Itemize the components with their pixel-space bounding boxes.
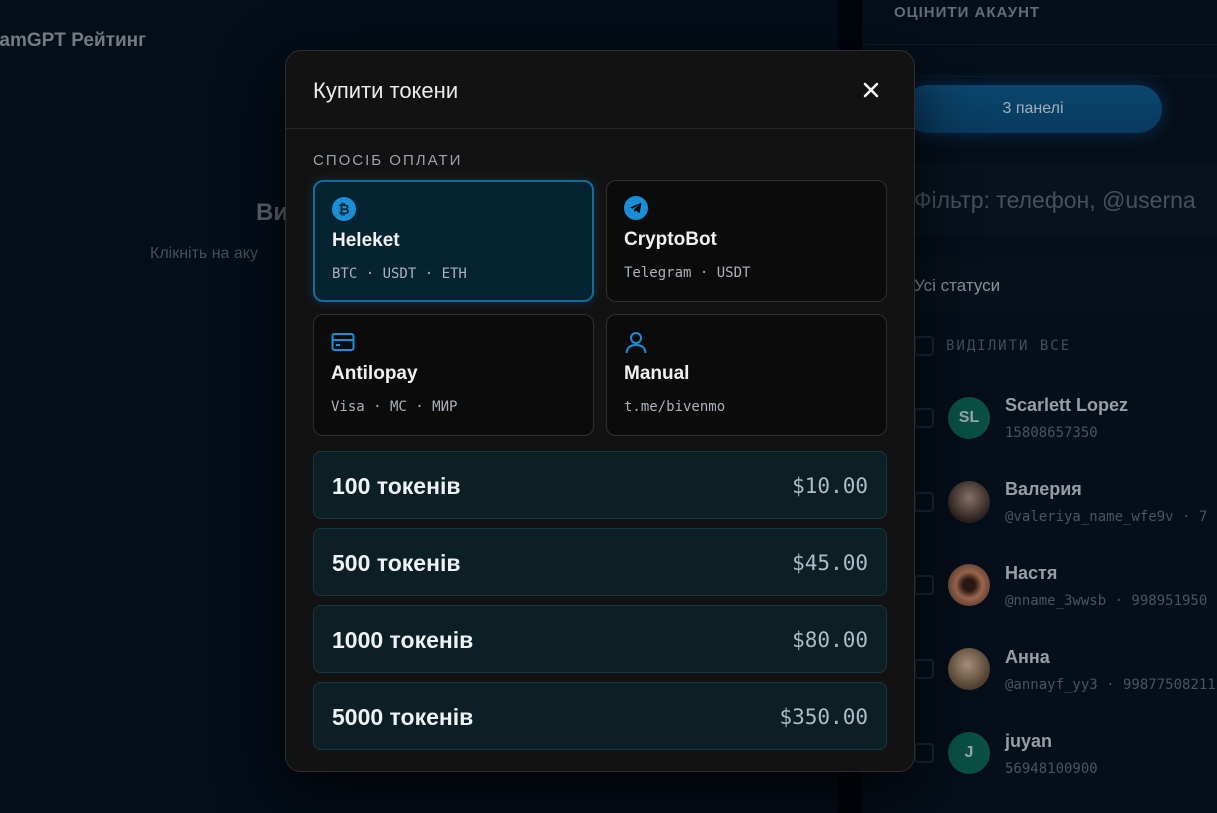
payment-method-heleket[interactable]: ₿ Heleket BTC · USDT · ETH bbox=[313, 180, 594, 302]
user-icon bbox=[625, 332, 647, 354]
payment-method-sub: BTC · USDT · ETH bbox=[332, 266, 467, 282]
payment-method-cryptobot[interactable]: CryptoBot Telegram · USDT bbox=[606, 180, 887, 302]
payment-method-name: Manual bbox=[624, 363, 690, 384]
package-price: $350.00 bbox=[779, 705, 868, 729]
package-price: $80.00 bbox=[792, 628, 868, 652]
package-5000[interactable]: 5000 токенів $350.00 bbox=[313, 682, 887, 750]
payment-method-antilopay[interactable]: Antilopay Visa · MC · МИР bbox=[313, 314, 594, 436]
package-price: $45.00 bbox=[792, 551, 868, 575]
package-1000[interactable]: 1000 токенів $80.00 bbox=[313, 605, 887, 673]
payment-method-name: CryptoBot bbox=[624, 229, 717, 250]
package-price: $10.00 bbox=[792, 474, 868, 498]
close-icon bbox=[863, 82, 879, 98]
card-icon bbox=[331, 333, 355, 351]
package-name: 5000 токенів bbox=[332, 704, 474, 730]
modal-header: Купити токени bbox=[286, 51, 914, 129]
bitcoin-icon: ₿ bbox=[332, 197, 356, 221]
telegram-icon bbox=[624, 196, 648, 220]
payment-method-sub: Visa · MC · МИР bbox=[331, 399, 458, 415]
close-button[interactable] bbox=[860, 79, 882, 101]
payment-method-label: СПОСІБ ОПЛАТИ bbox=[313, 152, 463, 169]
package-name: 100 токенів bbox=[332, 473, 461, 499]
payment-method-name: Heleket bbox=[332, 230, 400, 251]
payment-method-sub: Telegram · USDT bbox=[624, 265, 751, 281]
payment-method-name: Antilopay bbox=[331, 363, 418, 384]
buy-tokens-modal: Купити токени СПОСІБ ОПЛАТИ ₿ Heleket BT… bbox=[285, 50, 915, 772]
package-100[interactable]: 100 токенів $10.00 bbox=[313, 451, 887, 519]
package-name: 1000 токенів bbox=[332, 627, 474, 653]
payment-method-sub: t.me/bivenmo bbox=[624, 399, 726, 415]
svg-text:₿: ₿ bbox=[338, 202, 349, 218]
package-500[interactable]: 500 токенів $45.00 bbox=[313, 528, 887, 596]
package-name: 500 токенів bbox=[332, 550, 461, 576]
payment-method-manual[interactable]: Manual t.me/bivenmo bbox=[606, 314, 887, 436]
modal-title: Купити токени bbox=[313, 78, 459, 103]
